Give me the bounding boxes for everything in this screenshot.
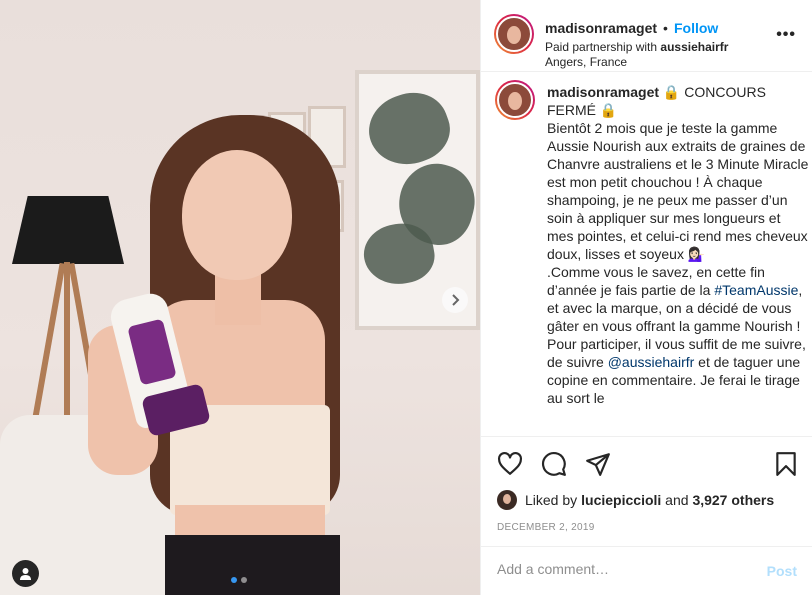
post-date[interactable]: DECEMBER 2, 2019 [497,522,595,533]
partnership-label: Paid partnership with [545,40,661,54]
paid-partnership: Paid partnership with aussiehairfr [545,40,728,54]
like-icon[interactable] [497,451,523,477]
hashtag-link[interactable]: #TeamAussie [714,282,798,298]
location-link[interactable]: Angers, France [545,55,627,69]
user-tag-icon[interactable] [12,560,39,587]
separator-dot: • [663,20,668,36]
caption-text: madisonramaget 🔒 CONCOURS FERMÉ 🔒 Bientô… [547,83,809,407]
carousel-dot-active [231,577,237,583]
share-icon[interactable] [585,451,611,477]
mention-link[interactable]: @aussiehairfr [608,354,695,370]
liked-by-label: Liked by [525,492,578,508]
liker-link[interactable]: luciepiccioli [581,492,661,508]
caption-avatar[interactable] [495,80,535,120]
next-arrow-icon[interactable] [442,287,468,313]
caption-scroll[interactable]: madisonramaget 🔒 CONCOURS FERMÉ 🔒 Bientô… [481,72,812,436]
header-username[interactable]: madisonramaget [545,20,657,36]
carousel-indicator [231,577,247,583]
caption-username[interactable]: madisonramaget [547,84,659,100]
post-photo[interactable] [0,0,480,595]
more-options-icon[interactable]: ••• [776,26,796,44]
person-pants [165,535,340,595]
comment-input[interactable] [497,561,747,577]
lamp-shade [12,196,124,264]
comment-icon[interactable] [541,451,567,477]
partner-link[interactable]: aussiehairfr [660,40,728,54]
post-comment-button[interactable]: Post [767,563,797,579]
others-link[interactable]: 3,927 others [692,492,774,508]
and-label: and [661,492,693,508]
post-header: madisonramaget • Follow Paid partnership… [481,0,812,72]
avatar[interactable] [494,14,534,54]
liker-avatar[interactable] [497,490,517,510]
carousel-dot [241,577,247,583]
post-panel: madisonramaget • Follow Paid partnership… [480,0,812,595]
action-bar: Liked by luciepiccioli and 3,927 others … [481,436,812,546]
likes-summary: Liked by luciepiccioli and 3,927 others [497,490,774,510]
save-icon[interactable] [773,451,799,477]
caption-body: 🔒 CONCOURS FERMÉ 🔒 Bientôt 2 mois que je… [547,84,809,298]
photo-background [0,0,480,595]
follow-button[interactable]: Follow [674,20,718,36]
comment-form: Post [481,546,812,595]
person-face [182,150,292,280]
